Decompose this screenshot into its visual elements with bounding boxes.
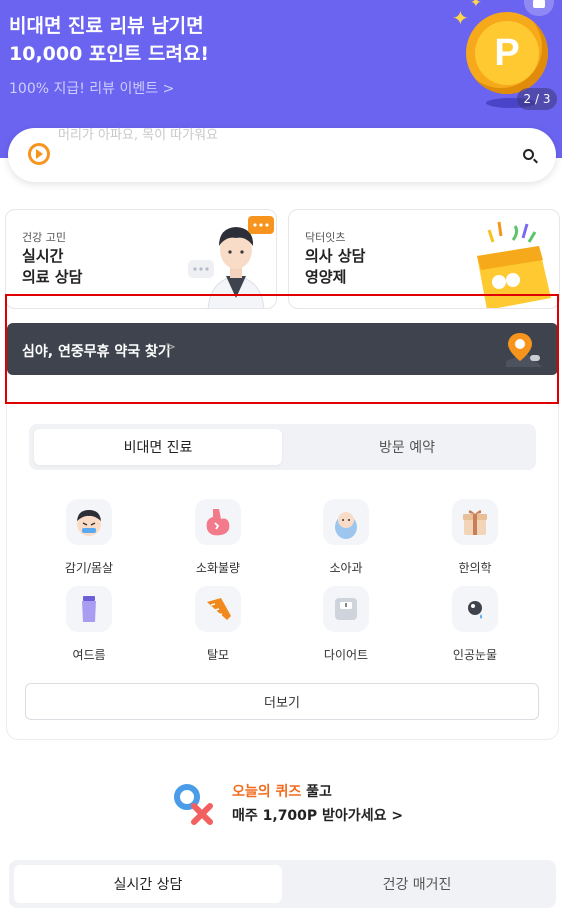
sparkle-icon: ✦	[452, 6, 469, 30]
card-title-line1: 의사 상담	[305, 247, 366, 265]
card-title-line2: 영양제	[305, 268, 347, 286]
search-bar[interactable]: 머리가 아파요, 목이 따가워요	[8, 128, 556, 182]
category-pediatrics[interactable]: 소아과	[296, 499, 396, 576]
tab-telemedicine[interactable]: 비대면 진료	[34, 429, 282, 465]
sparkle-small-icon: ✦	[470, 0, 482, 11]
more-button[interactable]: 더보기	[25, 683, 539, 720]
acne-cream-icon	[66, 586, 112, 632]
quiz-highlight: 오늘의 퀴즈	[232, 784, 302, 800]
banner-title-line2: 10,000 포인트 드려요!	[9, 43, 210, 65]
category-label: 인공눈물	[452, 648, 498, 662]
category-label: 탈모	[206, 648, 230, 662]
app-logo-icon	[28, 143, 50, 165]
chevron-right-icon: >	[165, 340, 176, 355]
category-label: 감기/몸살	[64, 561, 114, 575]
herbal-icon	[452, 499, 498, 545]
comb-icon	[195, 586, 241, 632]
card-title-line2: 의료 상담	[22, 268, 83, 286]
realtime-consult-card[interactable]: 건강 고민 실시간 의료 상담	[5, 209, 277, 309]
card-title: 의사 상담 영양제	[305, 246, 365, 288]
category-label: 소화불량	[195, 561, 241, 575]
quiz-reward-link[interactable]: 매주 1,700P 받아가세요 >	[232, 805, 403, 825]
bottom-tab-bar: 실시간 상담 건강 매거진	[9, 860, 556, 908]
quiz-title-rest: 풀고	[301, 784, 332, 800]
category-hair-loss[interactable]: 탈모	[168, 586, 268, 663]
point-coin-icon: P	[466, 12, 548, 94]
search-icon[interactable]	[523, 149, 534, 160]
doctor-illustration-icon	[188, 216, 274, 308]
pharmacy-finder-label: 심야, 연중무휴 약국 찾기	[22, 344, 171, 360]
doctor-eats-card[interactable]: 닥터잇츠 의사 상담 영양제	[288, 209, 560, 309]
category-indigestion[interactable]: 소화불량	[168, 499, 268, 576]
category-label: 한의학	[458, 561, 492, 575]
scale-icon	[323, 586, 369, 632]
category-label: 소아과	[329, 561, 363, 575]
quiz-title[interactable]: 오늘의 퀴즈 풀고	[232, 781, 332, 801]
card-caption: 닥터잇츠	[305, 231, 346, 244]
banner-subtitle-link[interactable]: 100% 지급! 리뷰 이벤트 >	[9, 78, 174, 98]
category-oriental-medicine[interactable]: 한의학	[425, 499, 525, 576]
tab-visit-booking[interactable]: 방문 예약	[283, 429, 531, 465]
gift-box-icon	[477, 221, 551, 308]
card-title-line1: 실시간	[22, 247, 64, 265]
eye-drop-icon	[452, 586, 498, 632]
search-placeholder: 머리가 아파요, 목이 따가워요	[58, 128, 219, 143]
cold-icon	[66, 499, 112, 545]
stomach-icon	[195, 499, 241, 545]
category-cold[interactable]: 감기/몸살	[39, 499, 139, 576]
banner-title: 비대면 진료 리뷰 남기면 10,000 포인트 드려요!	[9, 12, 329, 68]
category-eye-drops[interactable]: 인공눈물	[425, 586, 525, 663]
quiz-ox-icon	[174, 784, 213, 825]
coin-letter: P	[475, 21, 539, 85]
baby-icon	[323, 499, 369, 545]
service-segmented-control: 비대면 진료 방문 예약	[29, 424, 536, 470]
category-diet[interactable]: 다이어트	[296, 586, 396, 663]
banner-pager: 2 / 3	[517, 88, 557, 110]
tab-health-magazine[interactable]: 건강 매거진	[283, 865, 551, 903]
card-caption: 건강 고민	[22, 231, 66, 244]
pharmacy-finder-banner[interactable]: 심야, 연중무휴 약국 찾기 >	[7, 323, 558, 375]
category-label: 다이어트	[323, 648, 369, 662]
banner-title-line1: 비대면 진료 리뷰 남기면	[9, 15, 204, 37]
location-pin-icon	[506, 333, 542, 367]
tab-realtime-consult[interactable]: 실시간 상담	[14, 865, 282, 903]
category-acne[interactable]: 여드름	[39, 586, 139, 663]
category-label: 여드름	[72, 648, 106, 662]
card-title: 실시간 의료 상담	[22, 246, 82, 288]
notification-bell-icon[interactable]	[524, 0, 554, 16]
